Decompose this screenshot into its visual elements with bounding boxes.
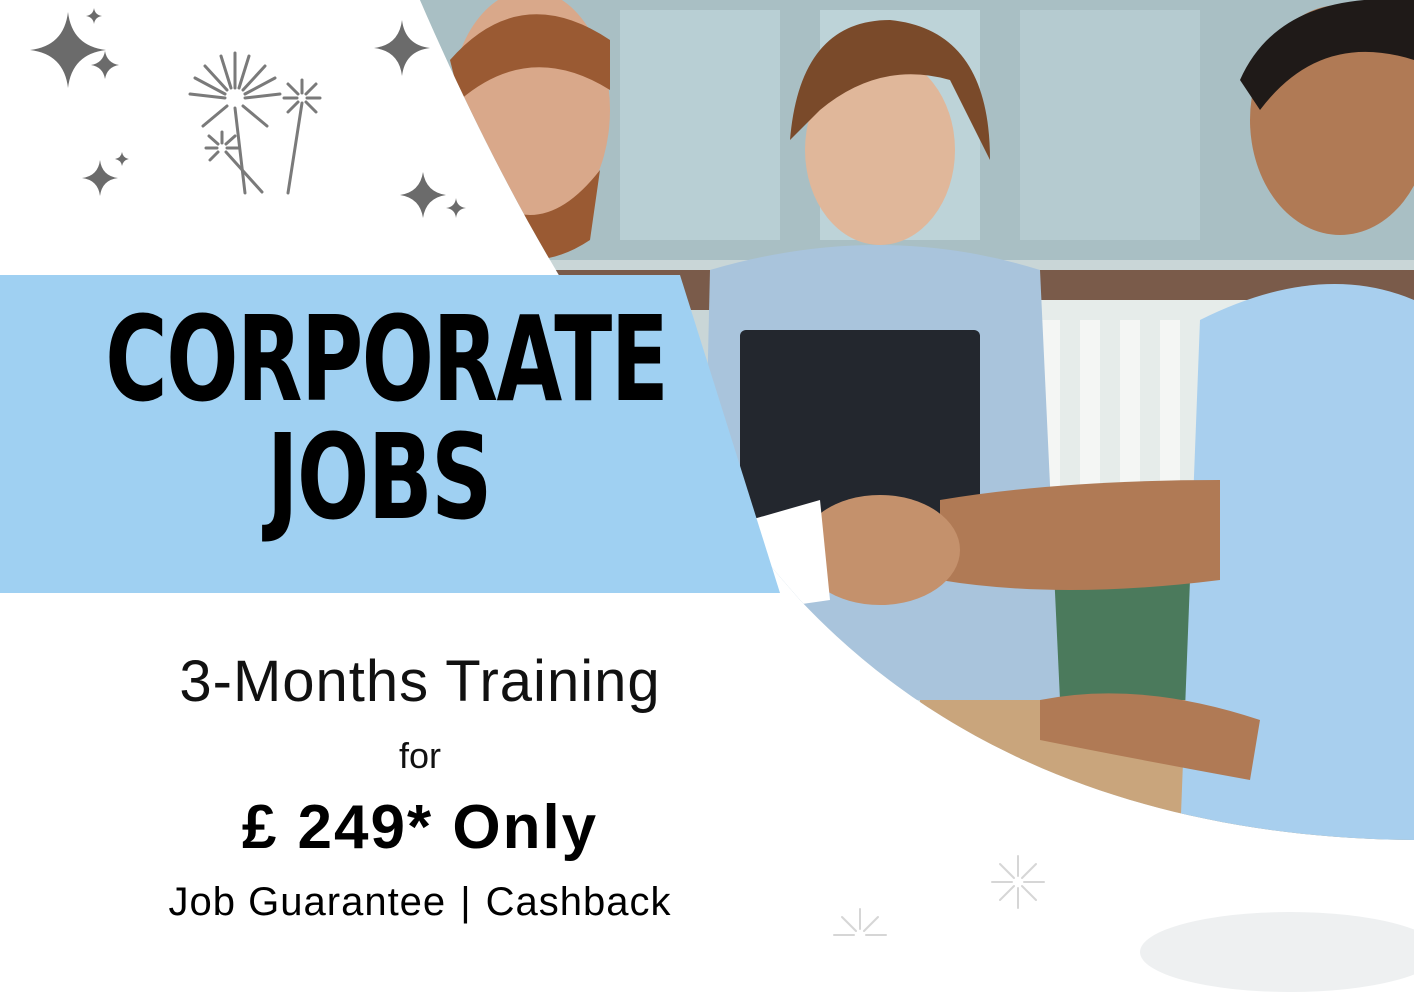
sparkle-icon <box>400 172 446 218</box>
firework-icon <box>188 51 322 195</box>
connector-text: for <box>398 735 441 776</box>
sparkle-icon <box>374 20 430 76</box>
decorative-blob <box>1140 912 1414 992</box>
benefit-separator: | <box>460 880 472 924</box>
sparkle-icon <box>91 51 119 79</box>
sparkle-icon <box>82 160 118 196</box>
headline: CORPORATE JOBS <box>105 290 669 546</box>
sparkle-icon <box>446 198 466 218</box>
training-duration: 3-Months Training <box>179 649 661 714</box>
headline-line-1: CORPORATE <box>105 290 669 428</box>
headline-line-2: JOBS <box>266 408 492 546</box>
sparkle-icon <box>86 8 102 24</box>
firework-icon <box>991 855 1045 909</box>
benefit-job-guarantee: Job Guarantee <box>168 880 447 924</box>
benefit-cashback: Cashback <box>485 880 672 924</box>
sparkle-icon <box>115 152 129 166</box>
price: £ 249* Only <box>241 793 599 862</box>
benefits: Job Guarantee | Cashback <box>0 880 840 925</box>
